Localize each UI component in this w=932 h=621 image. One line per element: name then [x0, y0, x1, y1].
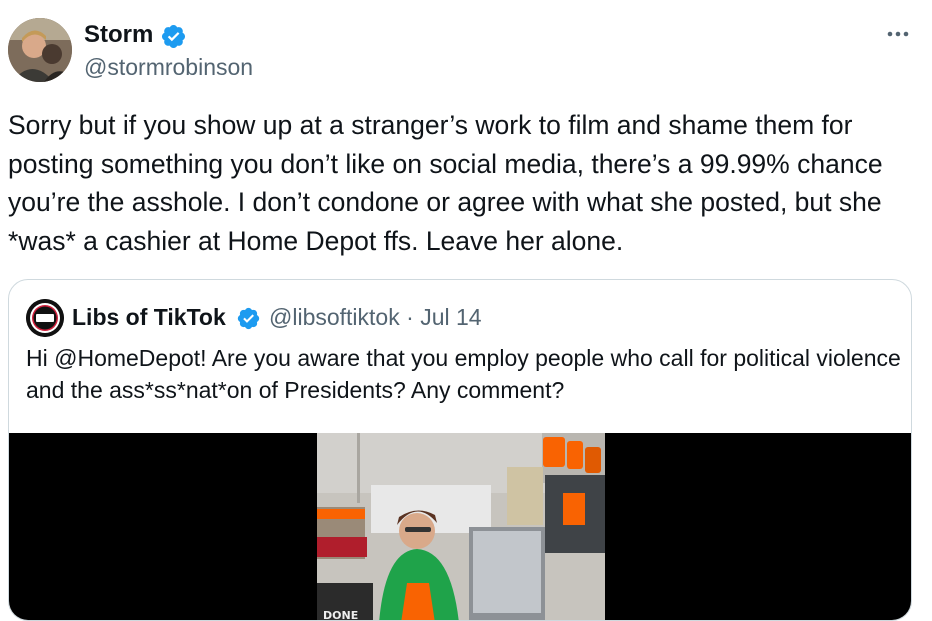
quoted-date[interactable]: Jul 14	[420, 304, 481, 330]
meta-separator: ·	[406, 304, 414, 330]
libs-of-tiktok-logo-icon	[26, 299, 64, 337]
verified-badge-icon	[161, 24, 186, 49]
author-handle[interactable]: @stormrobinson	[84, 52, 253, 82]
author-avatar-image	[8, 18, 72, 82]
more-horizontal-icon	[887, 31, 909, 37]
verified-badge-icon	[237, 307, 260, 330]
video-frame: DONE	[317, 433, 605, 621]
video-overlay-text: DONE	[323, 609, 358, 621]
quoted-author-name[interactable]: Libs of TikTok	[72, 301, 226, 333]
author-avatar[interactable]	[8, 18, 72, 82]
quoted-video[interactable]: DONE	[9, 433, 911, 621]
quoted-author-handle[interactable]: @libsoftiktok	[269, 304, 400, 330]
quoted-meta: @libsoftiktok · Jul 14	[269, 301, 482, 333]
author-name[interactable]: Storm	[84, 20, 153, 50]
more-options-button[interactable]	[884, 20, 912, 48]
quoted-tweet-text: Hi @HomeDepot! Are you aware that you em…	[26, 345, 901, 403]
quoted-author-avatar[interactable]	[26, 299, 64, 337]
tweet-text: Sorry but if you show up at a stranger’s…	[8, 110, 883, 256]
video-still-image: DONE	[317, 433, 605, 621]
quoted-tweet[interactable]: Libs of TikTok @libsoftiktok · Jul 14 Hi…	[8, 279, 912, 621]
